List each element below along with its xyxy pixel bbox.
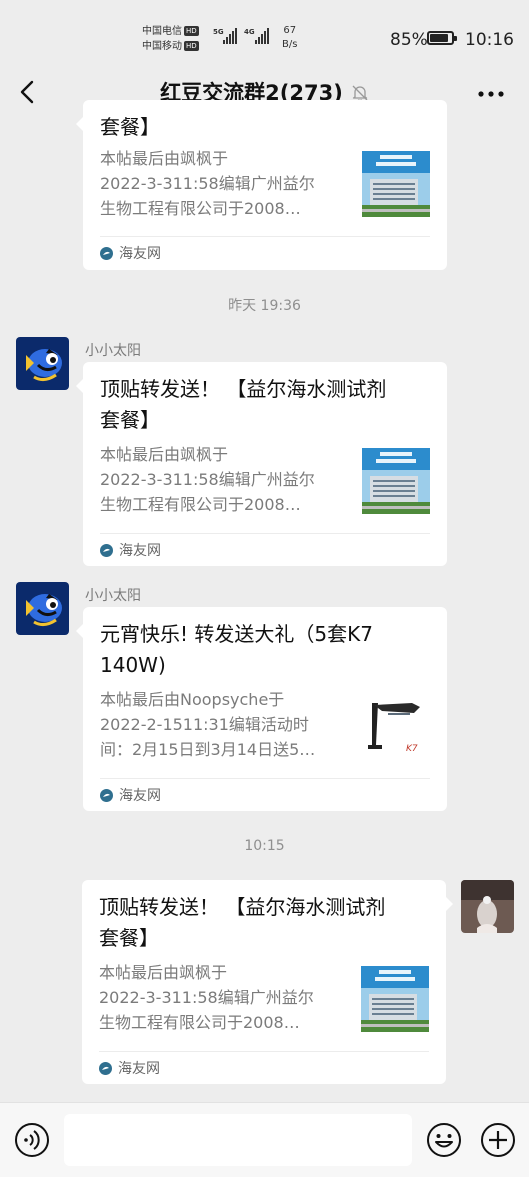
card-source: 海友网 — [100, 787, 161, 805]
source-name: 海友网 — [118, 1061, 160, 1077]
card-thumbnail-building — [361, 966, 429, 1032]
avatar-fish[interactable] — [16, 337, 69, 390]
desc-line: 2022-3-311:58编辑广州益尔 — [99, 988, 314, 1007]
haiyou-logo-icon — [100, 247, 113, 260]
desc-line: 本帖最后由飒枫于 — [100, 149, 229, 168]
speed-value: 67 — [283, 25, 297, 36]
sender-name: 小小太阳 — [85, 588, 141, 604]
timestamp: 昨天 19:36 — [228, 298, 301, 314]
avatar-self[interactable] — [461, 880, 514, 933]
sender-name: 小小太阳 — [85, 343, 141, 359]
card-title: 套餐】 — [100, 115, 160, 139]
source-name: 海友网 — [119, 543, 161, 559]
clock: 10:16 — [465, 30, 514, 50]
input-bar — [0, 1102, 529, 1177]
carrier-info: 中国电信 HD 中国移动 HD — [142, 24, 199, 54]
card-divider — [100, 236, 430, 237]
desc-line: 本帖最后由飒枫于 — [100, 445, 229, 464]
source-name: 海友网 — [119, 788, 161, 804]
speed-unit: B/s — [282, 39, 298, 50]
card-thumbnail-building — [362, 448, 430, 514]
source-name: 海友网 — [119, 246, 161, 262]
more-horizontal-icon[interactable] — [478, 91, 504, 97]
desc-line: 间：2月15日到3月14日送5… — [100, 740, 316, 759]
desc-line: 生物工程有限公司于2008… — [99, 1013, 300, 1032]
network-4g-label: 4G — [244, 28, 255, 36]
card-divider — [100, 778, 430, 779]
carrier-2: 中国移动 — [142, 41, 182, 52]
haiyou-logo-icon — [99, 1062, 112, 1075]
avatar-fish[interactable] — [16, 582, 69, 635]
desc-line: 生物工程有限公司于2008… — [100, 495, 301, 514]
desc-line: 2022-3-311:58编辑广州益尔 — [100, 470, 315, 489]
link-card-message[interactable]: 套餐】 本帖最后由飒枫于 2022-3-311:58编辑广州益尔 生物工程有限公… — [76, 100, 447, 270]
haiyou-logo-icon — [100, 789, 113, 802]
title-line: 套餐】 — [99, 926, 159, 950]
voice-icon[interactable] — [14, 1122, 50, 1158]
signal-icon-2 — [255, 28, 269, 44]
card-divider — [99, 1051, 429, 1052]
timestamp: 10:15 — [244, 838, 285, 854]
card-description: 本帖最后由Noopsyche于 2022-2-1511:31编辑活动时 间：2月… — [100, 687, 350, 762]
desc-line: 本帖最后由飒枫于 — [99, 963, 228, 982]
title-line: 顶贴转发送！ 【益尔海水测试剂 — [99, 895, 386, 919]
title-line: 元宵快乐! 转发送大礼（5套K7 — [100, 622, 373, 646]
desc-line: 生物工程有限公司于2008… — [100, 199, 301, 218]
title-line: 顶贴转发送！ 【益尔海水测试剂 — [100, 377, 387, 401]
desc-line: 2022-2-1511:31编辑活动时 — [100, 715, 309, 734]
link-card-message[interactable]: 顶贴转发送！ 【益尔海水测试剂 套餐】 本帖最后由飒枫于 2022-3-311:… — [76, 362, 447, 566]
emoji-icon[interactable] — [426, 1122, 462, 1158]
card-divider — [100, 533, 430, 534]
card-description: 本帖最后由飒枫于 2022-3-311:58编辑广州益尔 生物工程有限公司于20… — [100, 146, 350, 221]
network-speed: 67 B/s — [282, 24, 297, 52]
title-line: 套餐】 — [100, 408, 160, 432]
card-description: 本帖最后由飒枫于 2022-3-311:58编辑广州益尔 生物工程有限公司于20… — [99, 960, 349, 1035]
link-card-message-own[interactable]: 顶贴转发送！ 【益尔海水测试剂 套餐】 本帖最后由飒枫于 2022-3-311:… — [82, 880, 453, 1084]
hd-badge-2: HD — [184, 41, 199, 51]
svg-text:K7: K7 — [406, 744, 418, 754]
haiyou-logo-icon — [100, 544, 113, 557]
hd-badge-1: HD — [184, 26, 199, 36]
card-thumbnail-building — [362, 151, 430, 217]
signal-icon-1 — [223, 28, 237, 44]
message-input[interactable] — [64, 1114, 412, 1166]
link-card-message[interactable]: 元宵快乐! 转发送大礼（5套K7 140W) 本帖最后由Noopsyche于 2… — [76, 607, 447, 811]
desc-line: 本帖最后由Noopsyche于 — [100, 690, 285, 709]
battery-icon — [427, 31, 457, 45]
carrier-1: 中国电信 — [142, 26, 182, 37]
desc-line: 2022-3-311:58编辑广州益尔 — [100, 174, 315, 193]
battery-percent: 85% — [390, 30, 428, 50]
card-description: 本帖最后由飒枫于 2022-3-311:58编辑广州益尔 生物工程有限公司于20… — [100, 442, 350, 517]
status-bar: 中国电信 HD 中国移动 HD 5G 4G 67 B/s 85% 10:16 — [0, 0, 529, 62]
card-title: 顶贴转发送！ 【益尔海水测试剂 套餐】 — [99, 892, 429, 954]
card-title: 元宵快乐! 转发送大礼（5套K7 140W) — [100, 619, 430, 681]
plus-circle-icon[interactable] — [480, 1122, 516, 1158]
card-title: 顶贴转发送！ 【益尔海水测试剂 套餐】 — [100, 374, 430, 436]
card-source: 海友网 — [100, 245, 161, 263]
card-source: 海友网 — [99, 1060, 160, 1078]
title-line: 140W) — [100, 653, 166, 677]
card-thumbnail-lamp: K7 — [362, 693, 430, 759]
card-source: 海友网 — [100, 542, 161, 560]
